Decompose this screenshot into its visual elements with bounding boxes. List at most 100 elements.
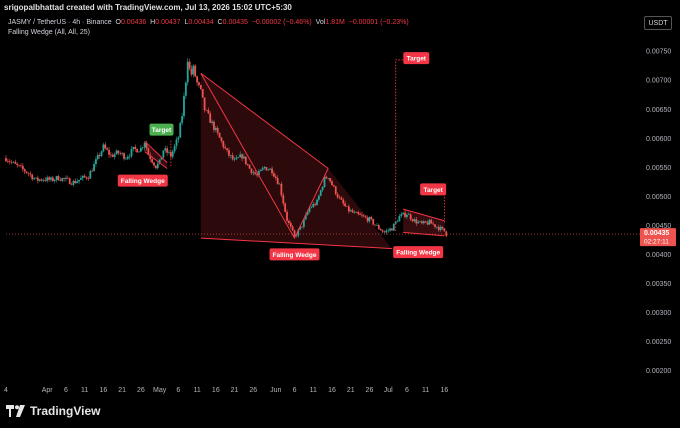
candle-87 <box>168 149 170 155</box>
candle-body <box>325 176 328 179</box>
candle-0 <box>5 155 7 163</box>
candle-201 <box>381 229 384 234</box>
candle-body <box>12 161 15 163</box>
change-value: −0.00002 (−0.46%) <box>251 19 312 26</box>
candle-90 <box>173 143 176 154</box>
candle-body <box>199 85 202 89</box>
candle-body <box>80 178 82 180</box>
candle-8 <box>20 163 22 168</box>
x-tick-label: May <box>153 387 167 394</box>
candle-body <box>184 82 187 96</box>
candle-body <box>321 186 324 191</box>
candle-62 <box>121 152 124 157</box>
currency-button[interactable]: USDT <box>644 16 672 30</box>
candle-15 <box>33 177 36 180</box>
candle-63 <box>123 152 125 161</box>
candle-body <box>173 145 176 152</box>
candle-59 <box>115 149 118 155</box>
price-chart[interactable]: 0.00750 0.00700 0.00650 0.00600 0.00550 0.005… <box>0 16 680 396</box>
symbol-title[interactable]: JASMY / TetherUS · 4h · Binance <box>8 19 112 26</box>
candle-body <box>89 171 92 179</box>
candle-69 <box>134 144 137 152</box>
wedge-label-1-text: Falling Wedge <box>121 178 165 185</box>
candle-200 <box>379 228 382 231</box>
candle-body <box>329 178 332 182</box>
x-tick-label: 16 <box>100 387 108 394</box>
tradingview-logo[interactable]: TradingView <box>6 404 100 418</box>
candle-body <box>419 221 421 222</box>
candle-50 <box>98 152 101 159</box>
candle-body <box>36 177 39 181</box>
last-price-value: 0.00435 <box>644 230 669 237</box>
candle-body <box>443 228 446 232</box>
candle-body <box>126 156 129 159</box>
candle-body <box>141 147 144 149</box>
target-label-2-text: Target <box>407 56 427 63</box>
candle-body <box>220 137 223 142</box>
candle-body <box>239 154 242 158</box>
candle-39 <box>78 179 80 185</box>
candle-body <box>130 148 133 157</box>
candle-body <box>128 156 131 157</box>
candle-body <box>385 230 388 233</box>
candle-body <box>422 221 425 224</box>
candle-14 <box>31 173 34 181</box>
candle-36 <box>72 179 75 187</box>
indicator-legend[interactable]: Falling Wedge (All, All, 25) <box>8 29 90 36</box>
candle-47 <box>93 161 95 172</box>
candle-body <box>194 65 197 77</box>
candle-38 <box>76 178 79 184</box>
x-tick-label: 6 <box>293 387 297 394</box>
candle-body <box>162 150 165 158</box>
candle-body <box>33 178 36 180</box>
candle-body <box>235 157 238 160</box>
candle-body <box>186 61 189 83</box>
candle-body <box>355 212 358 213</box>
candle-body <box>74 181 77 184</box>
candle-body <box>377 225 380 229</box>
candle-46 <box>91 168 94 172</box>
candle-211 <box>400 211 403 219</box>
candle-body <box>93 163 95 172</box>
candle-30 <box>61 177 64 183</box>
candle-198 <box>376 223 378 226</box>
candle-49 <box>96 152 99 161</box>
close-value: 0.00435 <box>222 19 248 26</box>
candle-body <box>332 185 335 187</box>
candle-2 <box>8 158 11 165</box>
candle-body <box>357 212 360 214</box>
candle-body <box>265 167 268 171</box>
candle-79 <box>153 161 155 168</box>
candle-body <box>218 132 221 138</box>
candle-body <box>430 219 433 224</box>
candle-body <box>261 168 264 170</box>
candle-body <box>437 226 440 231</box>
candle-114 <box>218 132 221 138</box>
candle-body <box>83 175 86 178</box>
candle-35 <box>70 182 73 186</box>
candle-11 <box>25 171 28 174</box>
candle-body <box>6 161 9 162</box>
candle-61 <box>119 151 122 156</box>
candle-body <box>349 210 352 212</box>
candle-body <box>65 177 67 179</box>
candle-body <box>379 228 382 231</box>
candle-22 <box>46 175 49 183</box>
candle-85 <box>164 145 167 153</box>
candle-89 <box>171 149 174 159</box>
candle-168 <box>319 189 322 197</box>
candle-body <box>229 155 232 156</box>
chart-area[interactable]: 0.00750 0.00700 0.00650 0.00600 0.00550 0.005… <box>0 16 680 396</box>
candle-92 <box>177 135 180 143</box>
candle-body <box>68 178 71 185</box>
candle-body <box>389 228 391 231</box>
candle-body <box>31 174 34 180</box>
candle-body <box>27 172 30 174</box>
target-label-1-text: Target <box>152 127 172 134</box>
candle-body <box>293 230 296 236</box>
candle-body <box>402 212 405 215</box>
candle-body <box>151 159 154 163</box>
y-tick-label: 0.00550 <box>646 165 671 172</box>
candle-body <box>406 214 408 217</box>
candle-18 <box>38 178 41 182</box>
